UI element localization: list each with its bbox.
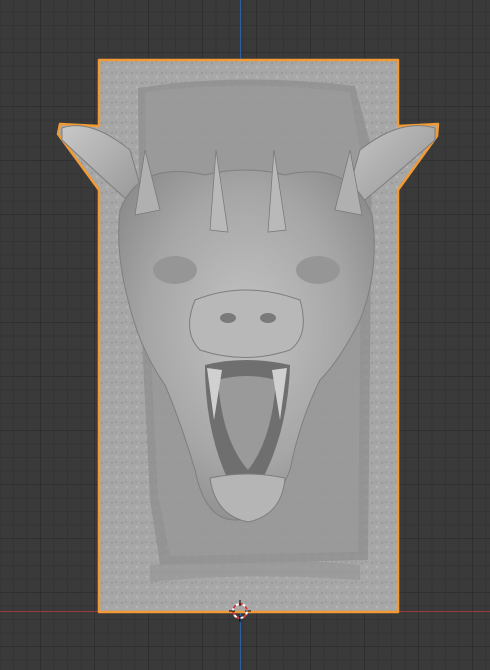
3d-viewport[interactable] — [0, 0, 490, 670]
dragon-relief-model[interactable] — [0, 0, 490, 670]
3d-cursor-icon[interactable] — [229, 600, 251, 622]
